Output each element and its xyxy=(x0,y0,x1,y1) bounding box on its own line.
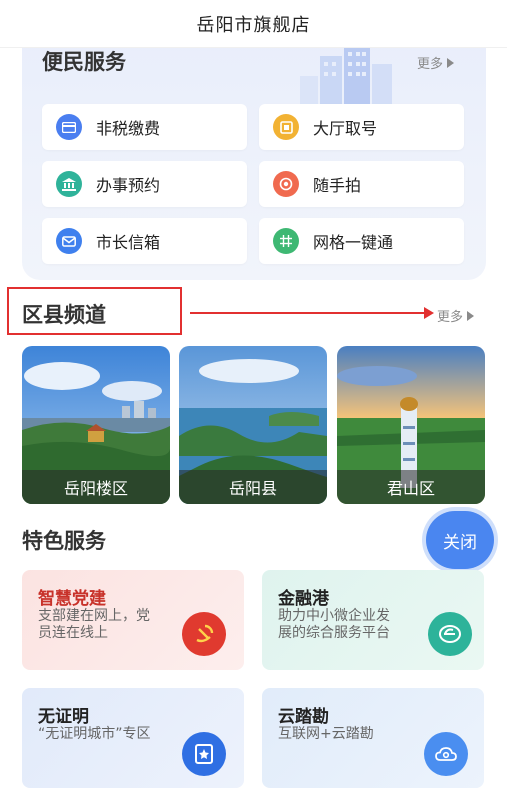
service-label: 市长信箱 xyxy=(96,233,161,252)
service-label: 非税缴费 xyxy=(96,119,161,138)
camera-icon xyxy=(273,171,299,197)
bank-icon xyxy=(56,171,82,197)
certificate-icon xyxy=(182,732,226,776)
feature-card-finance-port[interactable]: 金融港 助力中小微企业发 展的综合服务平台 xyxy=(262,570,484,670)
card-icon xyxy=(56,114,82,140)
feature-title: 云踏勘 xyxy=(278,707,329,727)
feature-card-cloud-survey[interactable]: 云踏勘 互联网+云踏勘 xyxy=(262,688,484,788)
service-label: 办事预约 xyxy=(96,176,161,195)
district-label: 君山区 xyxy=(337,470,485,504)
district-channel-title: 区县频道 xyxy=(22,303,106,327)
feature-description-line: 互联网+云踏勘 xyxy=(278,726,374,742)
feature-title: 无证明 xyxy=(38,707,89,727)
arrow-head-icon xyxy=(424,307,434,319)
service-label: 大厅取号 xyxy=(313,119,378,138)
top-bar: 岳阳市旗舰店 xyxy=(0,0,507,48)
hall-queue-number-button[interactable]: 大厅取号 xyxy=(259,104,464,150)
feature-description-line: 助力中小微企业发 xyxy=(278,608,390,624)
more-label: 更多 xyxy=(417,57,444,72)
feature-description-line: “无证明城市”专区 xyxy=(38,726,151,742)
convenience-more-link[interactable]: 更多 xyxy=(417,53,455,72)
feature-card-smart-party[interactable]: 智慧党建 支部建在网上，党 员连在线上 xyxy=(22,570,244,670)
grid-hotline-button[interactable]: 网格一键通 xyxy=(259,218,464,264)
cloud-icon xyxy=(424,732,468,776)
triangle-right-icon xyxy=(467,310,475,321)
service-label: 网格一键通 xyxy=(313,233,394,252)
district-card-yueyanglou[interactable]: 岳阳楼区 xyxy=(22,346,170,504)
district-card-yueyang-county[interactable]: 岳阳县 xyxy=(179,346,327,504)
feature-description: 互联网+云踏勘 xyxy=(278,726,374,743)
feature-description-line: 支部建在网上，党 xyxy=(38,608,150,624)
buildings-illustration xyxy=(300,46,392,106)
grid-icon xyxy=(273,228,299,254)
district-more-link[interactable]: 更多 xyxy=(437,306,475,325)
triangle-right-icon xyxy=(447,57,455,68)
ticket-icon xyxy=(273,114,299,140)
convenience-services-title: 便民服务 xyxy=(42,50,126,74)
finance-e-icon xyxy=(428,612,472,656)
more-label: 更多 xyxy=(437,310,464,325)
annotation-arrow xyxy=(190,312,428,314)
feature-description: 支部建在网上，党 员连在线上 xyxy=(38,608,150,642)
feature-card-no-certificate[interactable]: 无证明 “无证明城市”专区 xyxy=(22,688,244,788)
feature-description: “无证明城市”专区 xyxy=(38,726,151,743)
page-title: 岳阳市旗舰店 xyxy=(196,14,311,36)
district-card-junshan[interactable]: 君山区 xyxy=(337,346,485,504)
feature-description-line: 展的综合服务平台 xyxy=(278,625,390,641)
appointment-button[interactable]: 办事预约 xyxy=(42,161,247,207)
non-tax-payment-button[interactable]: 非税缴费 xyxy=(42,104,247,150)
service-label: 随手拍 xyxy=(313,176,362,195)
feature-title: 金融港 xyxy=(278,589,329,609)
feature-description-line: 员连在线上 xyxy=(38,625,108,641)
mayor-mailbox-button[interactable]: 市长信箱 xyxy=(42,218,247,264)
close-button[interactable]: 关闭 xyxy=(426,511,494,569)
mail-icon xyxy=(56,228,82,254)
feature-title: 智慧党建 xyxy=(38,589,106,609)
party-emblem-icon xyxy=(182,612,226,656)
feature-description: 助力中小微企业发 展的综合服务平台 xyxy=(278,608,390,642)
district-label: 岳阳楼区 xyxy=(22,470,170,504)
snapshot-report-button[interactable]: 随手拍 xyxy=(259,161,464,207)
district-label: 岳阳县 xyxy=(179,470,327,504)
featured-services-title: 特色服务 xyxy=(22,529,106,553)
